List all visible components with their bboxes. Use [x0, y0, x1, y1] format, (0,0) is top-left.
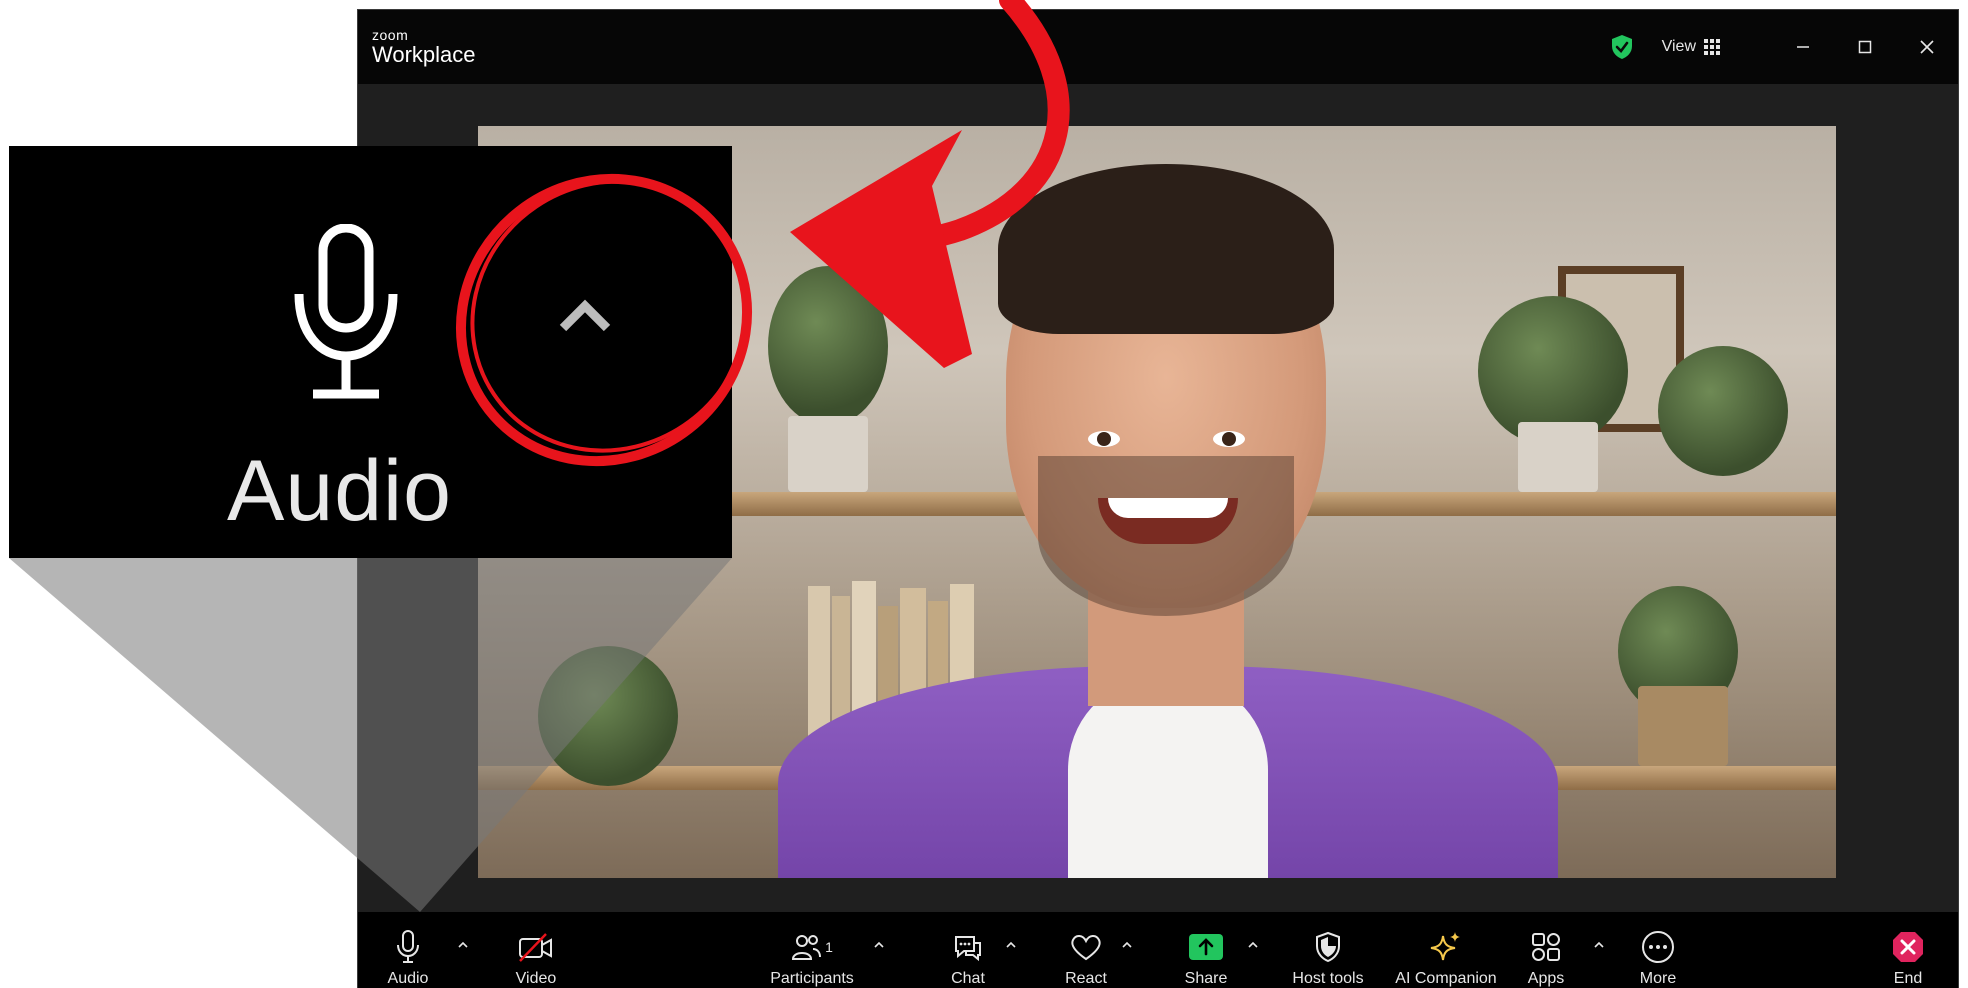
red-annotation	[455, 0, 1070, 467]
